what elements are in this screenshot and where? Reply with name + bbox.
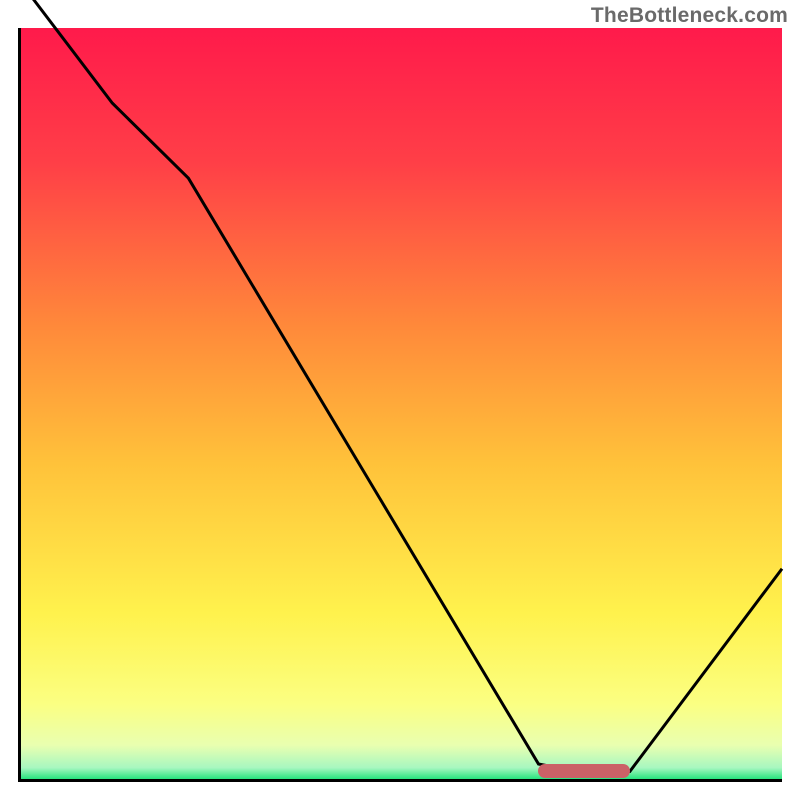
watermark-text: TheBottleneck.com (591, 4, 788, 28)
chart-plot-area (18, 28, 782, 782)
chart-line-series (21, 28, 782, 779)
chart-minimum-marker (538, 764, 629, 778)
